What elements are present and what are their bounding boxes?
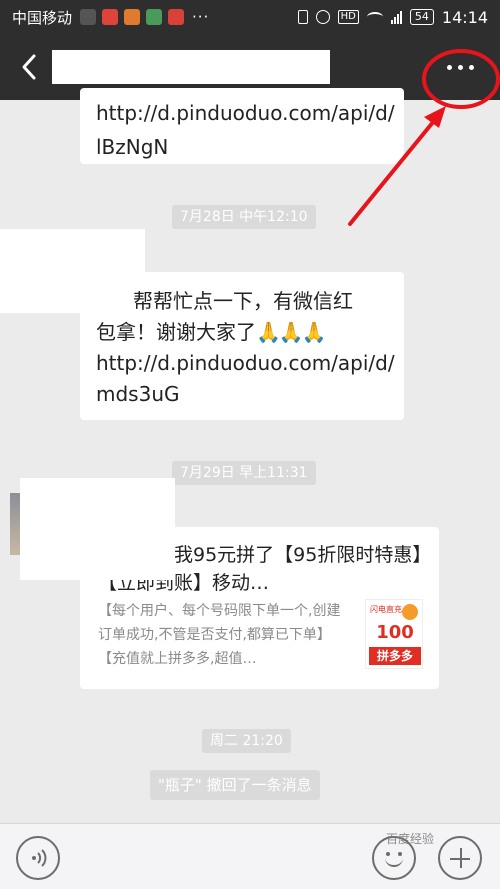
annotation-arrow-head <box>424 106 446 128</box>
annotation-overlay <box>348 49 500 226</box>
annotation-arrow-line <box>348 114 440 226</box>
annotation-circle <box>422 49 500 109</box>
